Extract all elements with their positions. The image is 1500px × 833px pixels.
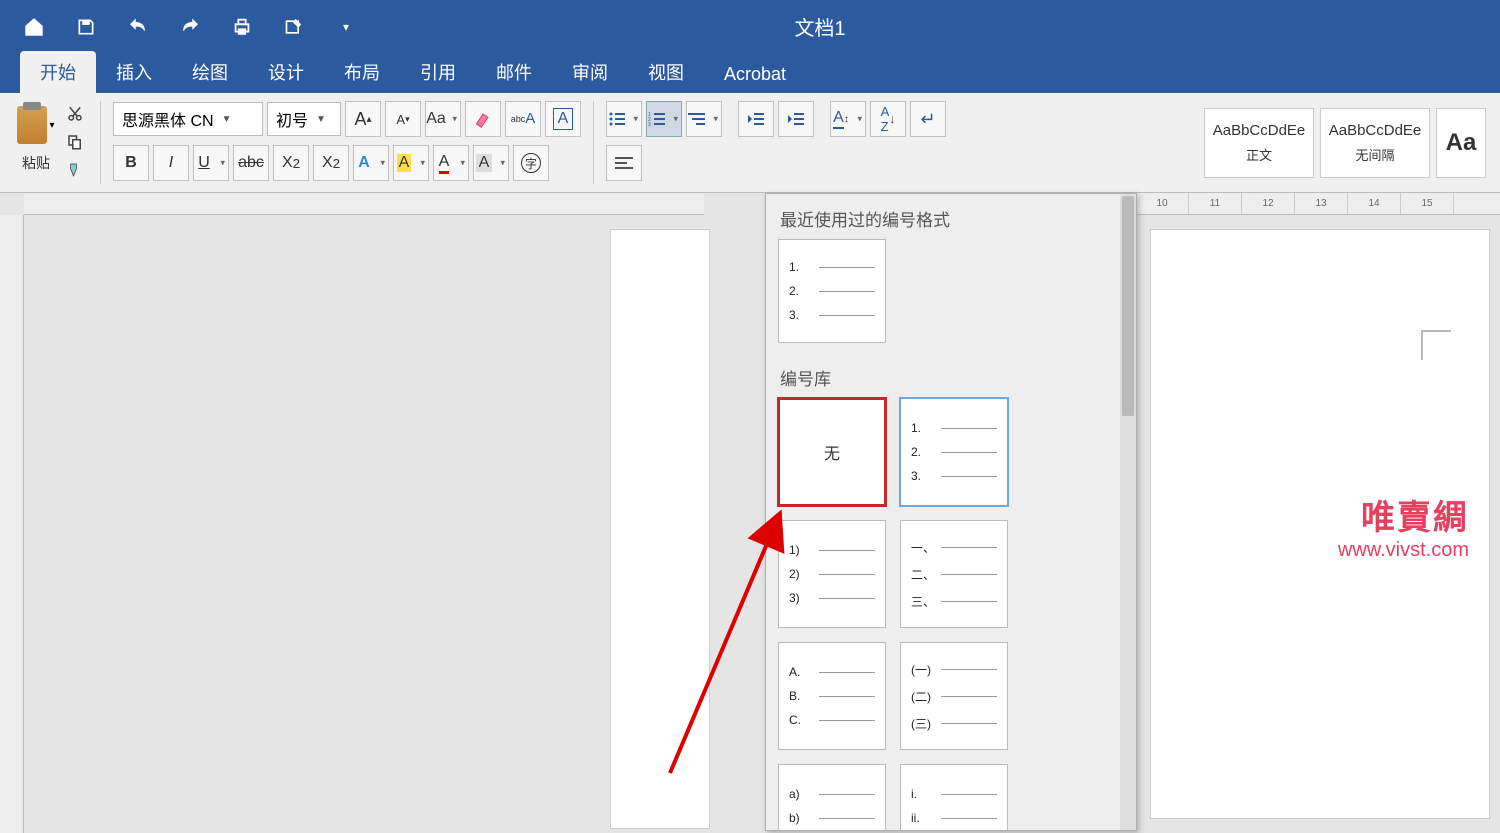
- horizontal-ruler-left[interactable]: [24, 193, 704, 215]
- font-group: 思源黑体 CN▼ 初号▼ A▴ A▾ Aa abcA A B I U abc X…: [107, 97, 587, 188]
- increase-indent-button[interactable]: [778, 101, 814, 137]
- enclose-char-button[interactable]: 字: [513, 145, 549, 181]
- paragraph-group: 123 A↕ AZ↓ ↵: [600, 97, 952, 188]
- ribbon: ▾ 粘贴 思源黑体 CN▼ 初号▼ A▴ A▾ Aa abcA A: [0, 93, 1500, 193]
- highlight-button[interactable]: A: [393, 145, 429, 181]
- paste-button[interactable]: ▾: [14, 97, 58, 153]
- numbering-decimal-paren[interactable]: 1) 2) 3): [778, 520, 886, 628]
- page-left-edge[interactable]: [610, 229, 710, 829]
- redo-button[interactable]: [176, 13, 204, 41]
- font-size-value: 初号: [276, 107, 308, 131]
- numbering-dropdown-panel: 最近使用过的编号格式 1. 2. 3. 编号库 无 1. 2. 3. 1) 2)…: [765, 193, 1137, 831]
- clear-format-button[interactable]: [465, 101, 501, 137]
- style-heading[interactable]: Aa: [1436, 108, 1486, 178]
- numbering-lower-alpha-paren[interactable]: a) b) c): [778, 764, 886, 831]
- horizontal-ruler-right[interactable]: 1011121314151617: [1130, 193, 1500, 215]
- home-button[interactable]: [20, 13, 48, 41]
- tab-insert[interactable]: 插入: [96, 51, 172, 93]
- change-case-button[interactable]: Aa: [425, 101, 461, 137]
- numbering-decimal-dot[interactable]: 1. 2. 3.: [900, 398, 1008, 506]
- tab-references[interactable]: 引用: [400, 51, 476, 93]
- tab-review[interactable]: 审阅: [552, 51, 628, 93]
- tab-view[interactable]: 视图: [628, 51, 704, 93]
- svg-text:2: 2: [648, 117, 651, 123]
- numbering-button[interactable]: 123: [646, 101, 682, 137]
- font-family-value: 思源黑体 CN: [122, 107, 214, 131]
- tab-draw[interactable]: 绘图: [172, 51, 248, 93]
- panel-scrollbar[interactable]: [1120, 194, 1136, 830]
- numbering-chinese[interactable]: 一、 二、 三、: [900, 520, 1008, 628]
- char-border-button[interactable]: A: [545, 101, 581, 137]
- svg-text:3: 3: [648, 122, 651, 127]
- save-button[interactable]: [72, 13, 100, 41]
- font-size-select[interactable]: 初号▼: [267, 102, 341, 136]
- cut-button[interactable]: [62, 101, 88, 127]
- page-right-portion[interactable]: 唯賣綢 www.vivst.com: [1150, 229, 1490, 819]
- style-no-spacing[interactable]: AaBbCcDdEe 无间隔: [1320, 108, 1430, 178]
- format-painter-button[interactable]: [62, 157, 88, 183]
- print-button[interactable]: [228, 13, 256, 41]
- bold-button[interactable]: B: [113, 145, 149, 181]
- watermark-url: www.vivst.com: [1338, 539, 1469, 562]
- margin-corner-icon: [1421, 330, 1451, 360]
- tab-design[interactable]: 设计: [248, 51, 324, 93]
- qat-more-button[interactable]: ▾: [332, 13, 360, 41]
- bullets-button[interactable]: [606, 101, 642, 137]
- grow-font-button[interactable]: A▴: [345, 101, 381, 137]
- recent-formats-label: 最近使用过的编号格式: [766, 194, 1136, 239]
- show-marks-button[interactable]: ↵: [910, 101, 946, 137]
- font-family-select[interactable]: 思源黑体 CN▼: [113, 102, 263, 136]
- undo-button[interactable]: [124, 13, 152, 41]
- workspace: 1011121314151617 唯賣綢 www.vivst.com 最近使用过…: [0, 193, 1500, 833]
- recent-numbering-item[interactable]: 1. 2. 3.: [778, 239, 886, 343]
- numbering-upper-alpha[interactable]: A. B. C.: [778, 642, 886, 750]
- copy-button[interactable]: [62, 129, 88, 155]
- watermark: 唯賣綢 www.vivst.com: [1338, 490, 1469, 562]
- quick-access-toolbar: ▾: [20, 13, 360, 41]
- numbering-roman-lower[interactable]: i. ii. iii.: [900, 764, 1008, 831]
- canvas-area[interactable]: [24, 215, 704, 833]
- superscript-button[interactable]: X2: [313, 145, 349, 181]
- numbering-none[interactable]: 无: [778, 398, 886, 506]
- phonetic-guide-button[interactable]: abcA: [505, 101, 541, 137]
- svg-text:1: 1: [648, 112, 651, 118]
- vertical-ruler[interactable]: [0, 215, 24, 833]
- numbering-chinese-paren[interactable]: (一) (二) (三): [900, 642, 1008, 750]
- multilevel-list-button[interactable]: [686, 101, 722, 137]
- style-normal[interactable]: AaBbCcDdEe 正文: [1204, 108, 1314, 178]
- ribbon-tabs: 开始 插入 绘图 设计 布局 引用 邮件 审阅 视图 Acrobat: [0, 53, 1500, 93]
- strikethrough-button[interactable]: abc: [233, 145, 269, 181]
- watermark-text: 唯賣綢: [1338, 490, 1469, 539]
- font-color-button[interactable]: A: [433, 145, 469, 181]
- tab-acrobat[interactable]: Acrobat: [704, 56, 806, 93]
- italic-button[interactable]: I: [153, 145, 189, 181]
- subscript-button[interactable]: X2: [273, 145, 309, 181]
- tab-mailings[interactable]: 邮件: [476, 51, 552, 93]
- document-title: 文档1: [360, 12, 1480, 41]
- clipboard-group: ▾ 粘贴: [8, 97, 94, 188]
- title-bar: ▾ 文档1: [0, 0, 1500, 53]
- tab-layout[interactable]: 布局: [324, 51, 400, 93]
- tab-home[interactable]: 开始: [20, 51, 96, 93]
- decrease-indent-button[interactable]: [738, 101, 774, 137]
- asian-layout-button[interactable]: A↕: [830, 101, 866, 137]
- char-shading-button[interactable]: A: [473, 145, 509, 181]
- text-effect-button[interactable]: A: [353, 145, 389, 181]
- paste-label: 粘贴: [22, 153, 50, 173]
- quick-edit-button[interactable]: [280, 13, 308, 41]
- underline-button[interactable]: U: [193, 145, 229, 181]
- sort-button[interactable]: AZ↓: [870, 101, 906, 137]
- shrink-font-button[interactable]: A▾: [385, 101, 421, 137]
- styles-group: AaBbCcDdEe 正文 AaBbCcDdEe 无间隔 Aa: [1198, 97, 1492, 188]
- library-label: 编号库: [766, 353, 1136, 398]
- align-left-button[interactable]: [606, 145, 642, 181]
